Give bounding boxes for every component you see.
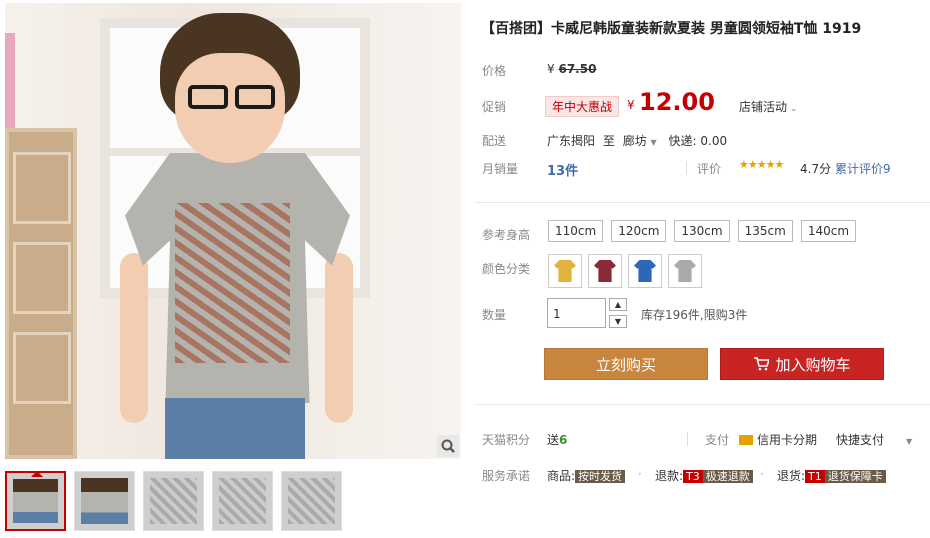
divider xyxy=(686,161,687,175)
size-option[interactable]: 130cm xyxy=(674,220,730,242)
monthly-sales-label: 月销量 xyxy=(482,162,519,176)
main-product-image[interactable] xyxy=(5,3,461,459)
thumbnail-strip xyxy=(5,471,342,531)
monthly-sales-count: 13件 xyxy=(547,164,579,179)
thumbnail-2[interactable] xyxy=(74,471,135,531)
rating-stars-icon: ★★★★★ xyxy=(739,158,784,171)
payment-label: 支付 xyxy=(705,433,730,447)
background-shelf xyxy=(5,128,77,459)
quantity-input[interactable]: 1 xyxy=(547,298,606,328)
thumbnail-3[interactable] xyxy=(143,471,204,531)
size-option[interactable]: 110cm xyxy=(548,220,604,242)
review-label: 评价 xyxy=(697,162,722,176)
shipping-label: 配送 xyxy=(482,134,507,148)
selected-arrow-icon xyxy=(31,465,43,477)
divider xyxy=(475,404,930,405)
product-gallery xyxy=(5,3,461,459)
divider xyxy=(687,432,688,446)
size-option[interactable]: 135cm xyxy=(737,220,793,242)
quantity-decrease-button[interactable]: ▼ xyxy=(609,315,627,328)
product-title: 【百搭团】卡威尼韩版童装新款夏装 男童圆领短袖T恤 1919 xyxy=(481,21,862,37)
color-swatch-gray[interactable] xyxy=(668,254,702,288)
dropdown-arrow-icon: ▼ xyxy=(906,437,913,446)
destination-select[interactable]: 廊坊 ▼ xyxy=(623,134,657,148)
current-price: 12.00 xyxy=(639,88,715,116)
rating-score: 4.7分 xyxy=(800,162,832,176)
dropdown-arrow-icon: ▼ xyxy=(650,138,657,147)
tshirt-icon xyxy=(674,260,696,282)
size-label: 参考身高 xyxy=(482,228,531,242)
thumbnail-1[interactable] xyxy=(5,471,66,531)
thumbnail-4[interactable] xyxy=(212,471,273,531)
shipping-info: 广东揭阳 至 廊坊 ▼ 快递: 0.00 xyxy=(547,134,728,148)
color-swatch-burgundy[interactable] xyxy=(588,254,622,288)
quantity-label: 数量 xyxy=(482,308,507,322)
service-return: 退货: T1 退货保障卡 xyxy=(777,467,886,484)
chevron-down-icon: ⌄ xyxy=(787,104,798,114)
color-label: 颜色分类 xyxy=(482,262,531,276)
service-refund: 退款: T3 极速退款 xyxy=(655,467,753,484)
size-options: 110cm 120cm 130cm 135cm 140cm xyxy=(548,220,857,242)
points-label: 天猫积分 xyxy=(482,433,531,447)
fast-pay-dropdown[interactable]: 快捷支付 ▼ xyxy=(836,431,912,448)
size-option[interactable]: 120cm xyxy=(611,220,667,242)
pink-decoration xyxy=(5,33,15,128)
bullet: · xyxy=(760,467,764,481)
cart-icon xyxy=(754,357,770,371)
shop-activity-dropdown[interactable]: 店铺活动 ⌄ xyxy=(739,98,797,115)
thumbnail-5[interactable] xyxy=(281,471,342,531)
promo-tag: 年中大惠战 xyxy=(545,96,620,117)
stock-info: 库存196件,限购3件 xyxy=(641,308,748,322)
tshirt-icon xyxy=(554,260,576,282)
service-label: 服务承诺 xyxy=(482,469,531,483)
add-to-cart-button[interactable]: 加入购物车 xyxy=(720,348,884,380)
zoom-icon[interactable] xyxy=(437,435,459,457)
original-price: ¥ 67.50 xyxy=(547,62,597,76)
buy-now-button[interactable]: 立刻购买 xyxy=(544,348,708,380)
divider xyxy=(475,202,930,203)
quantity-increase-button[interactable]: ▲ xyxy=(609,298,627,311)
promo-label: 促销 xyxy=(482,100,507,114)
service-goods: 商品: 按时发货 xyxy=(547,467,626,484)
cumulative-reviews-link[interactable]: 累计评价9 xyxy=(835,160,891,177)
size-option[interactable]: 140cm xyxy=(800,220,857,242)
credit-installment-link[interactable]: 信用卡分期 xyxy=(739,431,817,448)
model-boy xyxy=(120,13,355,459)
color-options xyxy=(548,254,702,288)
color-swatch-yellow[interactable] xyxy=(548,254,582,288)
credit-card-icon xyxy=(739,435,753,445)
current-price-currency: ¥ xyxy=(627,98,635,112)
points-value: 送6 xyxy=(547,433,568,447)
color-swatch-blue[interactable] xyxy=(628,254,662,288)
tshirt-icon xyxy=(634,260,656,282)
bullet: · xyxy=(638,467,642,481)
price-label: 价格 xyxy=(482,64,507,78)
tshirt-icon xyxy=(594,260,616,282)
